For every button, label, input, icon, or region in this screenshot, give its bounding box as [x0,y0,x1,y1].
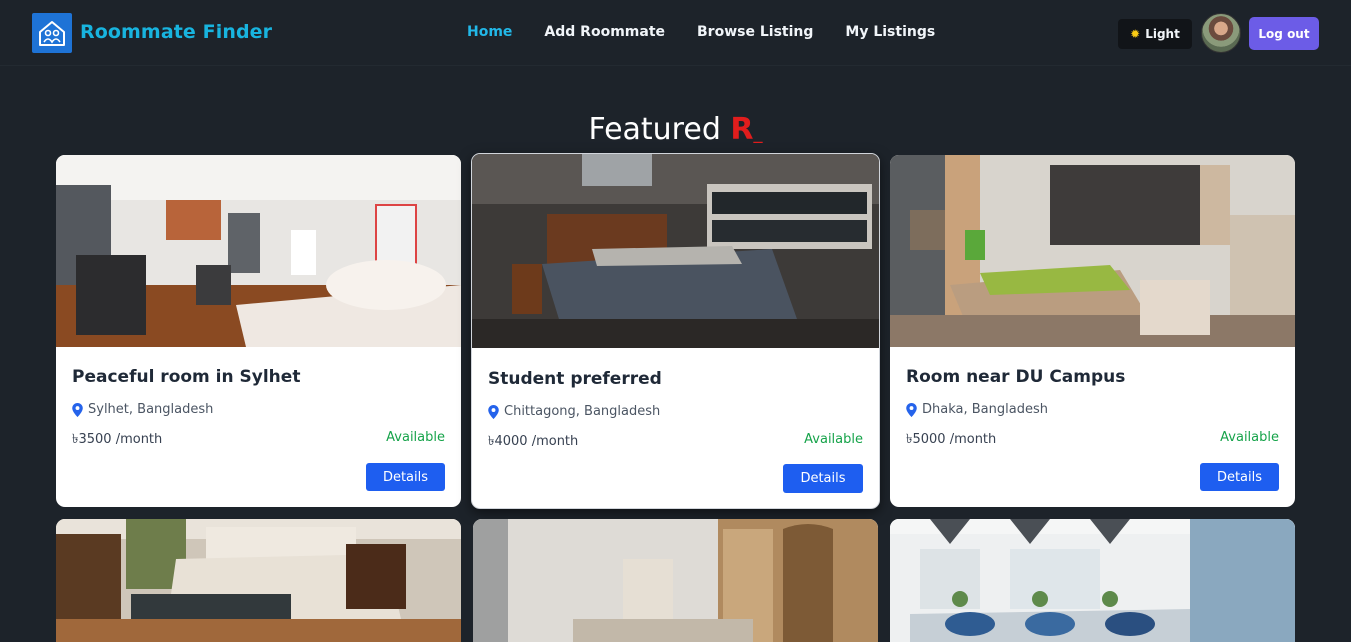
listing-title: Peaceful room in Sylhet [72,367,301,387]
avatar[interactable] [1201,13,1241,53]
listing-card [473,519,878,642]
location-pin-icon [72,402,83,417]
listing-location: Dhaka, Bangladesh [906,402,1048,417]
status-badge: Available [804,432,863,447]
location-pin-icon [488,404,499,419]
listing-location-text: Dhaka, Bangladesh [922,402,1048,417]
status-badge: Available [386,430,445,445]
listing-title: Student preferred [488,369,662,389]
section-title: Featured R_ [0,112,1351,147]
listing-price: ৳3500 /month [72,432,163,447]
theme-toggle-button[interactable]: ✹ Light [1118,19,1192,49]
location-pin-icon [906,402,917,417]
nav-link-home[interactable]: Home [467,24,512,40]
listing-image [472,154,879,348]
status-badge: Available [1220,430,1279,445]
main-nav: Home Add Roommate Browse Listing My List… [467,24,967,40]
listing-card [890,519,1295,642]
details-button[interactable]: Details [1200,463,1279,491]
listing-image [56,519,461,642]
listing-location: Sylhet, Bangladesh [72,402,213,417]
listing-image [890,519,1295,642]
logout-button[interactable]: Log out [1249,17,1319,50]
theme-toggle-label: Light [1145,27,1180,41]
listing-card: Peaceful room in Sylhet Sylhet, Banglade… [56,155,461,507]
listing-image [473,519,878,642]
sun-icon: ✹ [1130,27,1141,41]
details-button[interactable]: Details [783,464,863,493]
listing-location-text: Chittagong, Bangladesh [504,404,661,419]
nav-link-add-roommate[interactable]: Add Roommate [544,24,665,40]
listing-location-text: Sylhet, Bangladesh [88,402,214,417]
nav-link-browse-listing[interactable]: Browse Listing [697,24,813,40]
section-title-text: Featured [588,112,721,147]
listing-location: Chittagong, Bangladesh [488,404,660,419]
brand-name[interactable]: Roommate Finder [80,21,272,43]
listing-image [56,155,461,347]
home-people-icon[interactable] [32,13,72,53]
listing-card: Room near DU Campus Dhaka, Bangladesh ৳5… [890,155,1295,507]
typing-cursor: _ [753,123,763,144]
nav-link-my-listings[interactable]: My Listings [845,24,935,40]
listing-title: Room near DU Campus [906,367,1126,387]
listing-image [890,155,1295,347]
details-button[interactable]: Details [366,463,445,491]
listing-price: ৳5000 /month [906,432,997,447]
listing-card [56,519,461,642]
listing-card: Student preferred Chittagong, Bangladesh… [471,153,880,509]
listing-price: ৳4000 /month [488,434,579,449]
section-title-typed: R [730,112,754,147]
navbar: Roommate Finder Home Add Roommate Browse… [0,0,1351,66]
